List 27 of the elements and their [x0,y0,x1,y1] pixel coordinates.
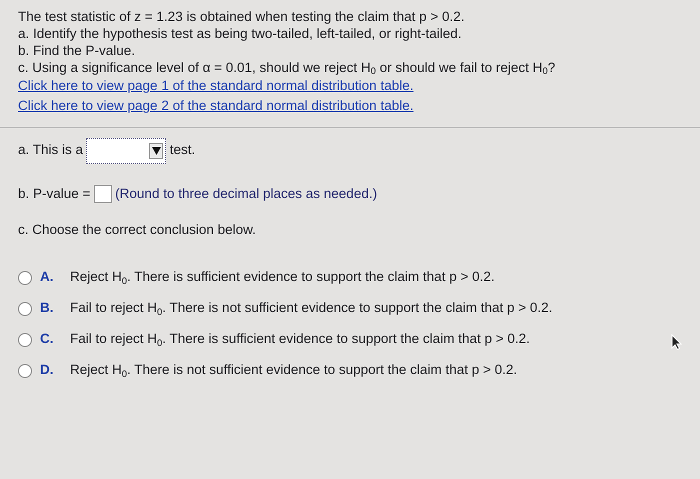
cursor-icon [671,334,683,350]
part-text: test. [170,141,196,160]
option-letter: B. [40,299,54,318]
option-text: Fail to reject H$_{0}$. There is sufficient evidence to support the claim that p > 0.2. [70,330,530,350]
test-type-dropdown[interactable] [86,138,166,164]
radio-button[interactable] [18,332,32,346]
part-label: a. This is a [18,141,84,160]
table-link[interactable]: Click here to view page 1 of the standard normal distribution table. [18,77,414,94]
dropdown-arrow-icon [152,146,161,154]
option-letter: C. [40,330,54,348]
radio-button[interactable] [18,302,32,316]
rounding-hint: (Round to three decimal places as needed.) [115,184,378,203]
option-text: Fail to reject H$_{0}$. There is not sufficient evidence to support the claim that p > 0.2. [70,299,552,319]
option-letter: D. [40,361,54,380]
option-text: Reject H$_{0}$. There is sufficient evidence to support the claim that p > 0.2. [70,268,495,288]
part-label: b. P-value = [18,184,90,202]
question-text: c. Using a significance level of α = 0.01, should we reject H$_{0}$ or should we fail to reject H$_{0}$? [18,59,556,76]
table-link[interactable]: Click here to view page 2 of the standard normal distribution table. [18,97,414,114]
answer-box[interactable] [94,184,112,203]
radio-button[interactable] [18,270,32,284]
question-text: a. Identify the hypothesis test as being two-tailed, left-tailed, or right-tailed. [18,25,462,42]
radio-button[interactable] [18,364,32,378]
question-text: The test statistic of z = 1.23 is obtained when testing the claim that p > 0.2. [18,8,466,25]
option-letter: A. [40,268,54,286]
question-text: b. Find the P-value. [18,42,136,59]
option-text: Reject H$_{0}$. There is not sufficient evidence to support the claim that p > 0.2. [70,361,518,381]
part-label: c. Choose the correct conclusion below. [18,222,256,237]
